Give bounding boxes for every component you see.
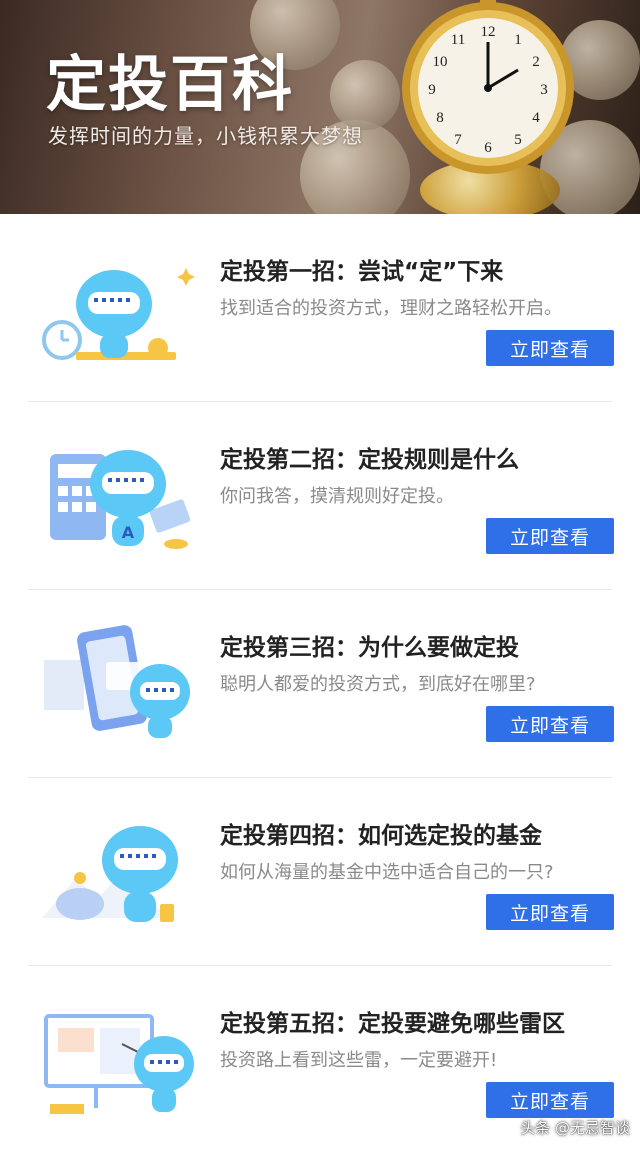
header-banner: 1212 345 678 91011 定投百科 发挥时间的力量，小钱积累大梦想: [0, 0, 640, 214]
card-title: 定投第二招：定投规则是什么: [220, 440, 519, 474]
card-title: 定投第五招：定投要避免哪些雷区: [220, 1004, 565, 1038]
svg-text:1: 1: [514, 32, 522, 48]
robot-with-calculator-icon: A: [36, 432, 206, 562]
card-description: 找到适合的投资方式，理财之路轻松开启。: [220, 294, 562, 320]
svg-text:9: 9: [428, 82, 436, 98]
svg-text:8: 8: [436, 110, 444, 126]
view-now-button[interactable]: 立即查看: [486, 894, 614, 930]
svg-text:12: 12: [481, 24, 496, 40]
list-item: 定投第一招：尝试“定”下来 找到适合的投资方式，理财之路轻松开启。 立即查看: [0, 214, 640, 402]
view-now-button[interactable]: 立即查看: [486, 1082, 614, 1118]
robot-with-presentation-board-icon: [36, 996, 206, 1126]
svg-text:2: 2: [532, 54, 540, 70]
list-item: 定投第三招：为什么要做定投 聪明人都爱的投资方式，到底好在哪里? 立即查看: [0, 590, 640, 778]
robot-with-alarm-clock-icon: [36, 244, 206, 374]
view-now-button[interactable]: 立即查看: [486, 330, 614, 366]
view-now-button[interactable]: 立即查看: [486, 706, 614, 742]
card-description: 投资路上看到这些雷，一定要避开!: [220, 1046, 497, 1072]
list-item: 定投第四招：如何选定投的基金 如何从海量的基金中选中适合自己的一只? 立即查看: [0, 778, 640, 966]
card-title: 定投第一招：尝试“定”下来: [220, 252, 503, 286]
list-item: A 定投第二招：定投规则是什么 你问我答，摸清规则好定投。 立即查看: [0, 402, 640, 590]
svg-text:4: 4: [532, 110, 540, 126]
svg-text:7: 7: [454, 132, 462, 148]
view-now-button[interactable]: 立即查看: [486, 518, 614, 554]
card-description: 聪明人都爱的投资方式，到底好在哪里?: [220, 670, 536, 696]
card-title: 定投第四招：如何选定投的基金: [220, 816, 542, 850]
svg-text:11: 11: [451, 32, 465, 48]
card-description: 你问我答，摸清规则好定投。: [220, 482, 454, 508]
svg-text:10: 10: [433, 54, 448, 70]
watermark: 头条 @无忌智谈: [520, 1117, 630, 1138]
svg-text:6: 6: [484, 140, 492, 156]
page-subtitle: 发挥时间的力量，小钱积累大梦想: [48, 120, 363, 149]
svg-text:A: A: [122, 523, 135, 542]
robot-with-phone-icon: [36, 620, 206, 750]
page-title: 定投百科: [46, 36, 294, 123]
svg-text:3: 3: [540, 82, 548, 98]
pocket-watch-icon: 1212 345 678 91011: [400, 0, 590, 214]
svg-text:5: 5: [514, 132, 522, 148]
card-description: 如何从海量的基金中选中适合自己的一只?: [220, 858, 554, 884]
robot-with-piggy-bank-icon: [36, 808, 206, 938]
card-title: 定投第三招：为什么要做定投: [220, 628, 519, 662]
